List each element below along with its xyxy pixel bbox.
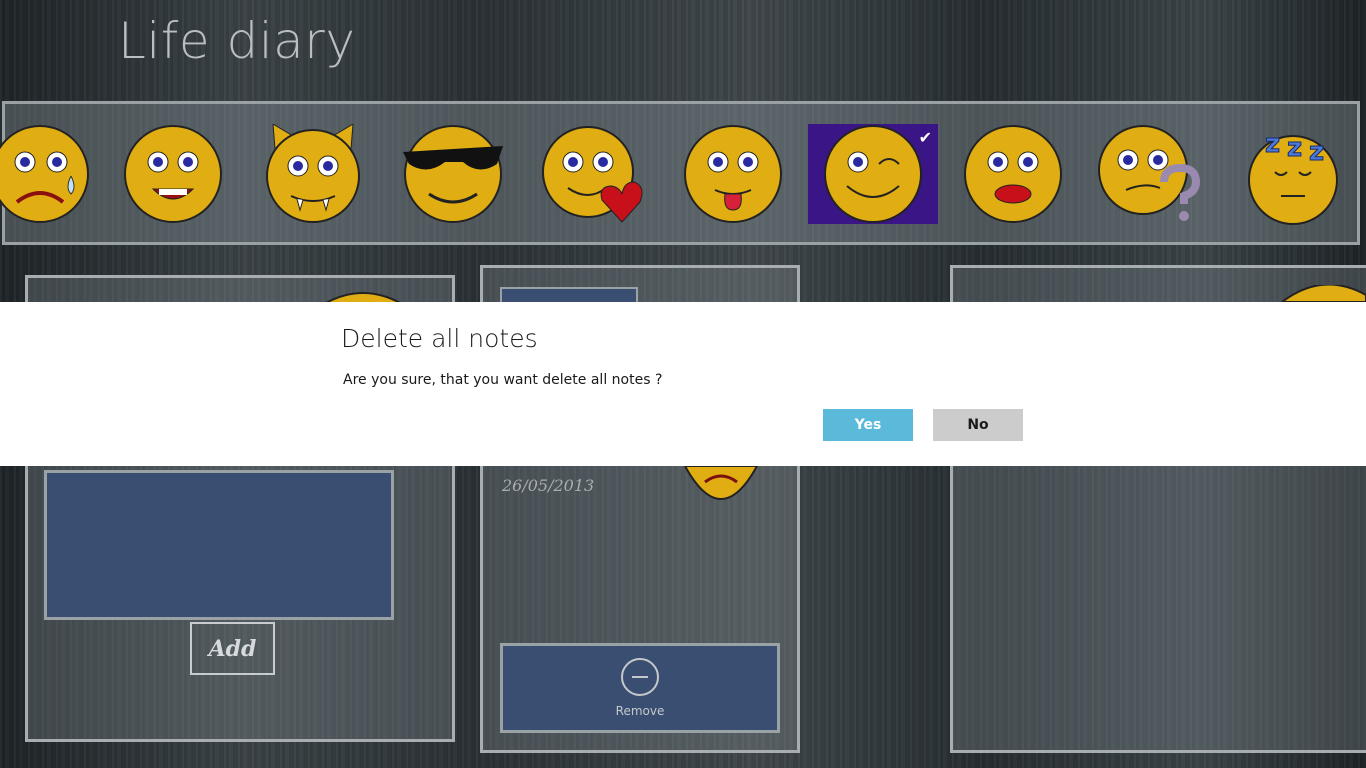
devil-face-icon <box>266 124 360 223</box>
tongue-face-icon <box>684 125 782 223</box>
svg-text:z: z <box>1309 137 1324 167</box>
mood-devil[interactable] <box>248 124 378 224</box>
mood-love[interactable] <box>530 124 660 224</box>
love-face-icon <box>542 126 643 223</box>
note-text-input[interactable] <box>44 470 394 620</box>
sunglasses-face-icon <box>403 125 503 223</box>
grinning-face-icon <box>124 125 222 223</box>
winking-face-icon <box>824 125 922 223</box>
app-title: Life diary <box>118 12 356 70</box>
note-date: 26/05/2013 <box>502 476 595 495</box>
minus-circle-icon <box>621 658 659 696</box>
mood-surprised[interactable] <box>948 124 1078 224</box>
mood-cool[interactable] <box>388 124 518 224</box>
mood-winking[interactable]: ✔ <box>808 124 938 224</box>
svg-text:z: z <box>1265 129 1280 159</box>
remove-button[interactable]: Remove <box>500 643 780 733</box>
mood-selector: ✔ z z z <box>0 101 1360 245</box>
mood-tongue[interactable] <box>668 124 798 224</box>
delete-confirm-dialog: Delete all notes Are you sure, that you … <box>0 302 1366 466</box>
mood-crying[interactable] <box>0 124 105 224</box>
svg-text:z: z <box>1287 133 1302 163</box>
surprised-face-icon <box>964 125 1062 223</box>
mood-sleeping[interactable]: z z z <box>1228 124 1358 225</box>
mood-grinning[interactable] <box>108 124 238 224</box>
sleeping-face-icon: z z z <box>1248 129 1338 225</box>
remove-label: Remove <box>615 704 665 718</box>
mood-confused[interactable] <box>1088 124 1218 224</box>
yes-button[interactable]: Yes <box>823 409 913 441</box>
crying-face-icon <box>0 125 89 223</box>
confused-face-icon <box>1098 125 1201 221</box>
sad-face-icon <box>683 466 759 500</box>
dialog-title: Delete all notes <box>341 324 538 353</box>
checkmark-icon: ✔ <box>918 128 932 147</box>
no-button[interactable]: No <box>933 409 1023 441</box>
add-button[interactable]: Add <box>190 622 275 675</box>
dialog-message: Are you sure, that you want delete all n… <box>343 372 663 388</box>
partial-mood-icon-right <box>1280 285 1366 302</box>
note-text-box[interactable] <box>500 287 638 302</box>
